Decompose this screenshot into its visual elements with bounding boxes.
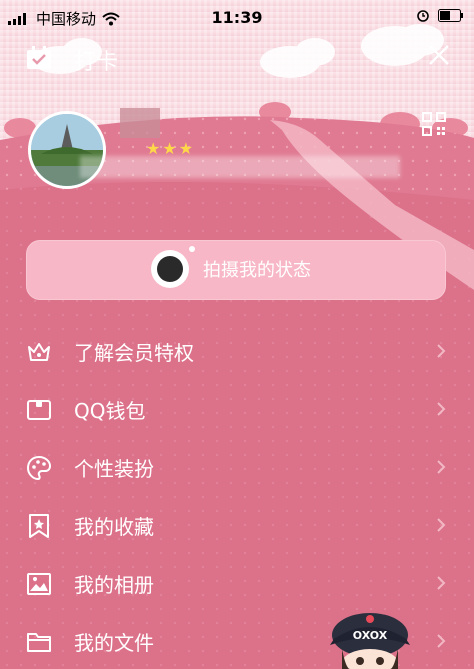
qr-code-icon[interactable] [422,112,446,136]
take-status-photo-label: 拍摄我的状态 [203,260,311,281]
menu-item-vip-privileges[interactable]: 了解会员特权 [0,325,474,377]
menu-label: 我的文件 [74,631,154,655]
chevron-right-icon [437,576,446,590]
chevron-right-icon [437,344,446,358]
signature-blurred [80,156,400,178]
alarm-icon [417,10,429,22]
wallet-icon [27,400,51,420]
status-bar: 中国移动 11:39 [0,0,474,34]
chevron-right-icon [437,518,446,532]
battery-icon [438,8,463,22]
camera-icon [151,246,195,288]
menu-item-personalize[interactable]: 个性装扮 [0,441,474,493]
menu-label: 了解会员特权 [74,341,194,365]
calendar-check-icon[interactable] [26,46,52,70]
menu-label: 个性装扮 [74,457,154,481]
chevron-right-icon [437,402,446,416]
menu-label: 我的相册 [74,573,154,597]
mascot-cap-text: OXOX [353,629,388,642]
take-status-photo-button[interactable]: 拍摄我的状态 [26,240,446,300]
palette-icon [26,455,52,481]
menu-label: QQ钱包 [74,399,146,423]
clock: 11:39 [211,8,263,27]
chevron-right-icon [437,634,446,648]
chevron-right-icon [437,460,446,474]
username-blurred [120,108,160,138]
menu-item-favorites[interactable]: 我的收藏 [0,499,474,551]
crown-icon [28,343,50,361]
close-icon[interactable] [428,44,450,66]
menu-item-album[interactable]: 我的相册 [0,557,474,609]
checkin-title[interactable]: 打卡 [74,44,118,76]
folder-icon [27,633,51,652]
bookmark-star-icon [29,514,49,538]
menu-label: 我的收藏 [74,515,154,539]
menu-item-qq-wallet[interactable]: QQ钱包 [0,383,474,435]
header-bar: 打卡 [0,34,474,84]
mascot-character[interactable]: OXOX [326,605,412,669]
image-icon [27,573,51,595]
